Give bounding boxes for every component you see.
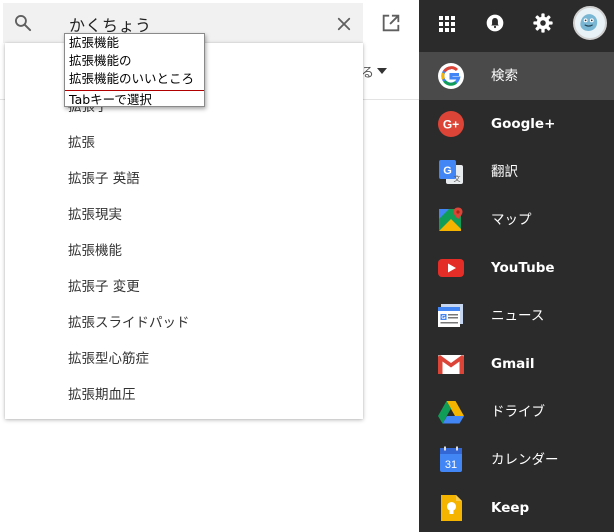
google-translate-icon: G 文 — [439, 160, 463, 184]
suggestion-item[interactable]: 拡張スライドパッド — [5, 305, 363, 341]
ime-candidate[interactable]: 拡張機能のいいところ — [65, 70, 204, 88]
app-item-translate[interactable]: G 文 翻訳 — [419, 148, 614, 196]
search-icon[interactable] — [13, 13, 33, 33]
avatar[interactable] — [573, 6, 607, 40]
app-item-keep[interactable]: Keep — [419, 484, 614, 532]
google-maps-icon — [439, 207, 463, 231]
apps-panel: 検索 G+ Google+ G 文 翻訳 マップ YouTube G ニュース … — [419, 0, 614, 532]
bell-icon[interactable] — [485, 12, 505, 34]
suggestion-list: 拡張子 拡張 拡張子 英語 拡張現実 拡張機能 拡張子 変更 拡張スライドパッド… — [5, 89, 363, 413]
svg-text:G: G — [441, 315, 445, 321]
ime-hint: Tabキーで選択 — [65, 90, 204, 107]
avatar-image — [575, 8, 602, 35]
app-label: 検索 — [491, 68, 518, 84]
app-item-google-plus[interactable]: G+ Google+ — [419, 100, 614, 148]
app-item-gmail[interactable]: Gmail — [419, 340, 614, 388]
gear-icon[interactable] — [532, 12, 554, 34]
ime-candidate[interactable]: 拡張機能 — [65, 34, 204, 52]
app-item-drive[interactable]: ドライブ — [419, 388, 614, 436]
app-item-youtube[interactable]: YouTube — [419, 244, 614, 292]
app-label: 翻訳 — [491, 164, 518, 180]
google-news-icon: G — [438, 304, 463, 327]
suggestion-item[interactable]: 拡張型心筋症 — [5, 341, 363, 377]
gmail-icon — [438, 355, 464, 374]
app-item-calendar[interactable]: 31 カレンダー — [419, 436, 614, 484]
google-calendar-icon: 31 — [440, 446, 462, 472]
google-drive-icon — [438, 401, 464, 424]
app-label: ニュース — [491, 308, 545, 324]
svg-text:文: 文 — [454, 174, 461, 183]
calendar-day-number: 31 — [445, 459, 457, 471]
apps-grid-icon[interactable] — [438, 15, 456, 33]
close-icon[interactable] — [335, 15, 353, 33]
svg-text:G+: G+ — [443, 118, 459, 132]
google-plus-icon: G+ — [438, 111, 464, 137]
suggestion-item[interactable]: 拡張子 変更 — [5, 269, 363, 305]
suggestion-item[interactable]: 拡張期血圧 — [5, 377, 363, 413]
panel-topbar — [419, 0, 614, 50]
app-label: Keep — [491, 500, 530, 516]
suggestion-item[interactable]: 拡張機能 — [5, 233, 363, 269]
caret-down-icon[interactable] — [377, 68, 387, 74]
app-item-news[interactable]: G ニュース — [419, 292, 614, 340]
open-in-new-icon[interactable] — [380, 12, 402, 34]
svg-text:G: G — [443, 165, 452, 177]
app-item-search[interactable]: 検索 — [419, 52, 614, 100]
ime-candidate[interactable]: 拡張機能の — [65, 52, 204, 70]
ime-candidate-window: 拡張機能 拡張機能の 拡張機能のいいところ Tabキーで選択 — [64, 33, 205, 107]
app-label: Gmail — [491, 356, 535, 372]
app-list: 検索 G+ Google+ G 文 翻訳 マップ YouTube G ニュース … — [419, 52, 614, 532]
suggestion-item[interactable]: 拡張子 英語 — [5, 161, 363, 197]
app-label: Google+ — [491, 116, 556, 132]
app-label: カレンダー — [491, 452, 559, 468]
app-label: ドライブ — [491, 404, 545, 420]
youtube-icon — [438, 259, 464, 277]
app-label: マップ — [491, 212, 532, 228]
suggestion-item[interactable]: 拡張現実 — [5, 197, 363, 233]
search-area: る かくちょう 拡張子 拡張 拡張子 英語 拡張現実 拡張機能 拡張子 変更 拡… — [0, 0, 419, 532]
google-keep-icon — [441, 495, 462, 521]
suggestion-item[interactable]: 拡張 — [5, 125, 363, 161]
google-search-icon — [438, 63, 464, 89]
app-item-maps[interactable]: マップ — [419, 196, 614, 244]
app-label: YouTube — [491, 260, 555, 276]
